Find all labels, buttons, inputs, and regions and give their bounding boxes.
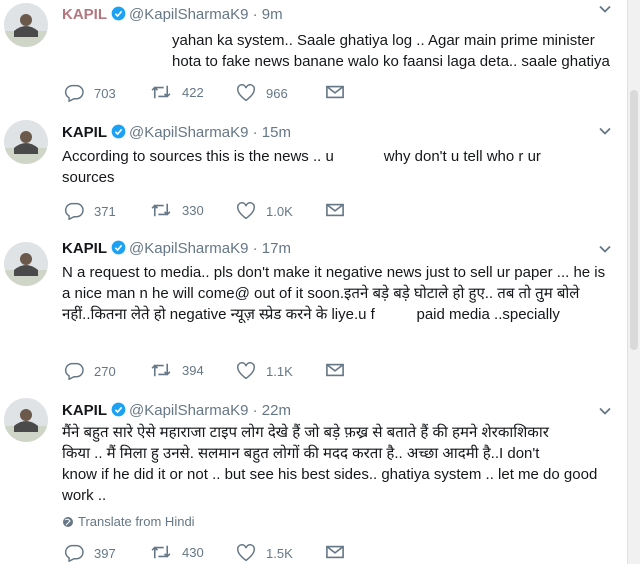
like-icon [237, 544, 255, 562]
like-count: 966 [266, 85, 288, 101]
chevron-down-icon[interactable] [598, 404, 612, 418]
retweet-icon [151, 363, 171, 377]
dm-button[interactable] [326, 544, 354, 560]
tweet[interactable]: KAPIL @KapilSharmaK9 · 15m According to s… [0, 110, 626, 233]
retweet-icon [151, 85, 171, 99]
retweet-button[interactable]: 422 [150, 84, 204, 100]
separator-dot: · [252, 124, 258, 141]
author-name[interactable]: KAPIL [62, 124, 107, 141]
tweet[interactable]: KAPIL @KapilSharmaK9 · 22m मैंने बहुत सार… [0, 388, 626, 564]
like-icon [237, 362, 255, 380]
like-button[interactable]: 1.1K [236, 362, 293, 380]
like-count: 1.5K [266, 545, 293, 561]
verified-badge-icon [111, 402, 126, 421]
reply-button[interactable]: 397 [64, 544, 116, 562]
separator-dot: · [252, 240, 258, 257]
timestamp[interactable]: 15m [262, 124, 291, 141]
retweet-count: 394 [182, 362, 204, 378]
reply-icon [64, 202, 84, 220]
reply-button[interactable]: 270 [64, 362, 116, 380]
author-name[interactable]: KAPIL [62, 6, 107, 23]
dm-button[interactable] [326, 202, 354, 218]
retweet-count: 430 [182, 544, 204, 560]
separator-dot: · [252, 402, 258, 419]
dm-icon [326, 545, 344, 559]
dm-icon [326, 363, 344, 377]
like-button[interactable]: 1.5K [236, 544, 293, 562]
avatar[interactable] [4, 120, 48, 164]
reply-icon [64, 84, 84, 102]
timestamp[interactable]: 22m [262, 402, 291, 419]
dm-button[interactable] [326, 362, 354, 378]
verified-badge-icon [111, 6, 126, 25]
timestamp[interactable]: 9m [262, 6, 283, 23]
avatar[interactable] [4, 398, 48, 442]
retweet-icon [151, 203, 171, 217]
author-handle[interactable]: @KapilSharmaK9 [129, 6, 248, 23]
reply-count: 397 [94, 545, 116, 561]
reply-button[interactable]: 703 [64, 84, 116, 102]
author-handle[interactable]: @KapilSharmaK9 [129, 124, 248, 141]
tweet-text: मैंने बहुत सारे ऐसे महाराजा टाइप लोग देख… [62, 424, 598, 504]
author-name[interactable]: KAPIL [62, 402, 107, 419]
chevron-down-icon[interactable] [598, 2, 612, 16]
tweet[interactable]: KAPIL @KapilSharmaK9 · 17m N a request to… [0, 232, 626, 389]
like-button[interactable]: 1.0K [236, 202, 293, 220]
like-icon [237, 202, 255, 220]
retweet-count: 422 [182, 84, 204, 100]
avatar[interactable] [4, 3, 48, 47]
separator-dot: · [252, 6, 258, 23]
reply-button[interactable]: 371 [64, 202, 116, 220]
verified-badge-icon [111, 240, 126, 259]
like-icon [237, 84, 255, 102]
reply-count: 371 [94, 203, 116, 219]
reply-icon [64, 544, 84, 562]
retweet-count: 330 [182, 202, 204, 218]
tweet-text: N a request to media.. pls don't make it… [62, 264, 606, 323]
retweet-button[interactable]: 330 [150, 202, 204, 218]
author-name[interactable]: KAPIL [62, 240, 107, 257]
translate-link[interactable]: Translate from Hindi [62, 514, 195, 529]
retweet-icon [151, 545, 171, 559]
scrollbar-thumb[interactable] [630, 90, 638, 350]
dm-icon [326, 203, 344, 217]
chevron-down-icon[interactable] [598, 242, 612, 256]
tweet-text: According to sources this is the news ..… [62, 148, 541, 186]
dm-icon [326, 85, 344, 99]
retweet-button[interactable]: 430 [150, 544, 204, 560]
author-handle[interactable]: @KapilSharmaK9 [129, 240, 248, 257]
reply-icon [64, 362, 84, 380]
chevron-down-icon[interactable] [598, 124, 612, 138]
tweet-text: yahan ka system.. Saale ghatiya log .. A… [172, 32, 610, 70]
verified-badge-icon [111, 124, 126, 143]
author-handle[interactable]: @KapilSharmaK9 [129, 402, 248, 419]
like-count: 1.1K [266, 363, 293, 379]
retweet-button[interactable]: 394 [150, 362, 204, 378]
reply-count: 703 [94, 85, 116, 101]
dm-button[interactable] [326, 84, 354, 100]
avatar[interactable] [4, 242, 48, 286]
reply-count: 270 [94, 363, 116, 379]
scrollbar[interactable] [627, 0, 640, 564]
timestamp[interactable]: 17m [262, 240, 291, 257]
like-count: 1.0K [266, 203, 293, 219]
tweet[interactable]: KAPIL @KapilSharmaK9 · 9m yahan ka system… [0, 0, 626, 111]
like-button[interactable]: 966 [236, 84, 288, 102]
translate-label: Translate from Hindi [78, 514, 195, 529]
globe-icon [63, 517, 73, 527]
